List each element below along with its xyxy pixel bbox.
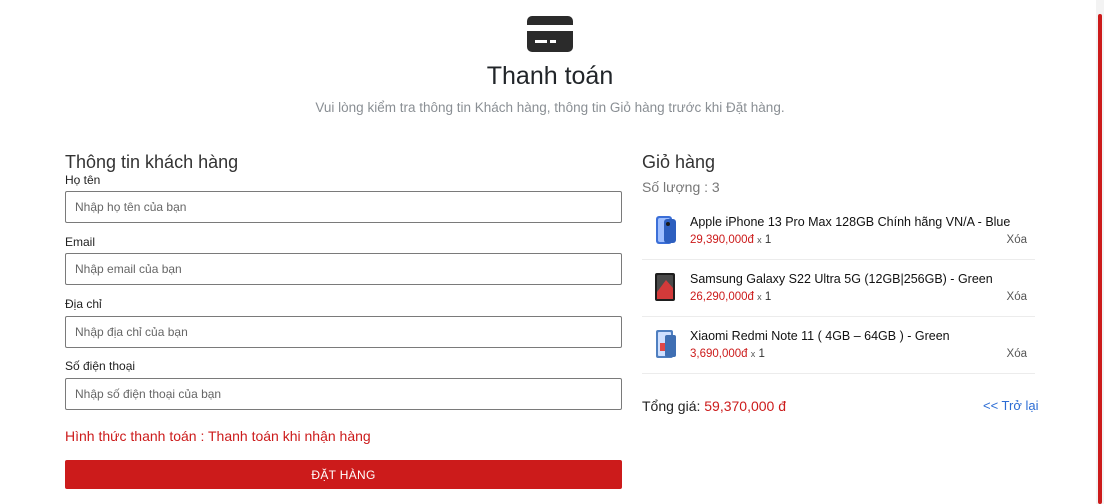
remove-item-button[interactable]: Xóa — [1007, 291, 1027, 303]
cart-item-name[interactable]: Xiaomi Redmi Note 11 ( 4GB – 64GB ) - Gr… — [690, 329, 950, 343]
product-thumbnail[interactable] — [652, 272, 678, 302]
product-thumbnail[interactable] — [652, 329, 678, 359]
cart-item-qty: 1 — [764, 234, 772, 246]
cart-item: Xiaomi Redmi Note 11 ( 4GB – 64GB ) - Gr… — [642, 317, 1035, 374]
name-input[interactable] — [65, 191, 622, 223]
cart-item-price: 26,290,000đ — [690, 291, 754, 303]
total-label: Tổng giá: — [642, 398, 701, 414]
email-input[interactable] — [65, 253, 622, 285]
cart-item: Apple iPhone 13 Pro Max 128GB Chính hãng… — [642, 203, 1035, 260]
credit-card-icon — [527, 16, 573, 52]
email-label: Email — [65, 235, 96, 249]
cart-item-qty: 1 — [758, 348, 765, 360]
customer-info-title: Thông tin khách hàng — [65, 152, 239, 172]
cart-item-name[interactable]: Samsung Galaxy S22 Ultra 5G (12GB|256GB)… — [690, 272, 993, 286]
cart-item: Samsung Galaxy S22 Ultra 5G (12GB|256GB)… — [642, 260, 1035, 317]
remove-item-button[interactable]: Xóa — [1007, 234, 1027, 246]
cart-item-multiply: x — [757, 292, 762, 302]
cart-item-price: 3,690,000đ — [690, 348, 748, 360]
address-input[interactable] — [65, 316, 622, 348]
product-thumbnail[interactable] — [652, 215, 678, 245]
cart-item-price-line: 29,390,000đ x 1 — [690, 234, 771, 246]
cart-count: Số lượng : 3 — [642, 179, 720, 195]
place-order-button[interactable]: ĐẶT HÀNG — [65, 460, 622, 489]
cart-item-multiply: x — [757, 235, 762, 245]
cart-item-qty: 1 — [764, 291, 772, 303]
name-label: Họ tên — [65, 173, 101, 187]
total-value: 59,370,000 đ — [704, 398, 787, 414]
remove-item-button[interactable]: Xóa — [1007, 348, 1027, 360]
cart-item-name[interactable]: Apple iPhone 13 Pro Max 128GB Chính hãng… — [690, 215, 1010, 229]
cart-total: Tổng giá: 59,370,000 đ — [642, 398, 786, 414]
cart-title: Giỏ hàng — [642, 152, 716, 172]
address-label: Địa chỉ — [65, 297, 102, 311]
cart-list: Apple iPhone 13 Pro Max 128GB Chính hãng… — [642, 203, 1035, 374]
cart-item-price: 29,390,000đ — [690, 234, 754, 246]
phone-input[interactable] — [65, 378, 622, 410]
phone-label: Số điện thoại — [65, 359, 136, 373]
cart-item-price-line: 26,290,000đ x 1 — [690, 291, 771, 303]
cart-item-multiply: x — [750, 349, 756, 359]
payment-method-text: Hình thức thanh toán : Thanh toán khi nh… — [65, 428, 371, 444]
back-link[interactable]: << Trở lại — [983, 398, 1039, 413]
cart-item-price-line: 3,690,000đ x 1 — [690, 348, 765, 360]
page-subtitle: Vui lòng kiểm tra thông tin Khách hàng, … — [315, 100, 785, 115]
page-title: Thanh toán — [486, 62, 614, 90]
